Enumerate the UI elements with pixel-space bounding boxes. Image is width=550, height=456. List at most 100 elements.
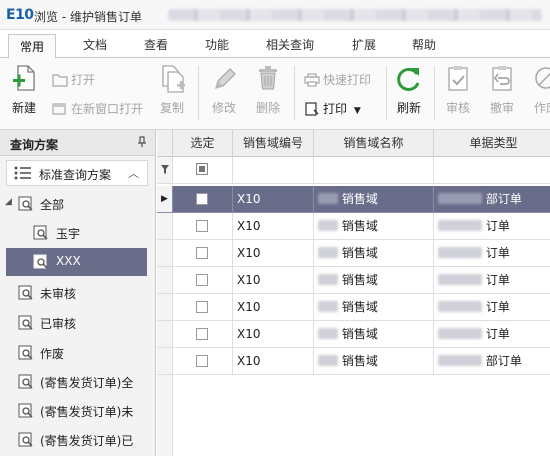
unreview-button-label: 撤审 — [489, 101, 514, 115]
column-header-select[interactable]: 选定 — [173, 130, 233, 157]
tree-item-xxx[interactable]: XXX — [6, 248, 147, 276]
domain-name-text: 销售域 — [341, 354, 378, 368]
refresh-button[interactable]: 刷新 — [392, 64, 426, 116]
tree-item-yuyu[interactable]: 玉宇 — [0, 219, 155, 247]
row-checkbox[interactable] — [196, 274, 208, 286]
quick-print-button[interactable]: 快速打印 — [304, 71, 371, 88]
open-new-window-label: 在新窗口打开 — [71, 102, 144, 116]
domain-code-cell: X10 — [233, 348, 314, 375]
new-button[interactable]: 新建 — [6, 64, 42, 116]
select-cell[interactable] — [173, 294, 233, 321]
row-indicator-column — [157, 375, 173, 456]
tree-item-void[interactable]: 作废 — [0, 339, 155, 367]
select-cell[interactable] — [173, 240, 233, 267]
trash-icon — [259, 66, 277, 90]
chevron-up-icon[interactable]: ︿ — [128, 165, 139, 181]
column-header-domain-name[interactable]: 销售域名称 — [314, 130, 434, 157]
filter-cell-doc-type[interactable] — [434, 157, 550, 184]
doc-type-cell: 部订单 — [434, 348, 550, 375]
row-checkbox[interactable] — [196, 328, 208, 340]
tab-related-query[interactable]: 相关查询 — [266, 36, 314, 53]
void-button[interactable]: 作废 — [528, 64, 550, 116]
review-button[interactable]: 审核 — [440, 64, 476, 116]
domain-code-cell: X10 — [233, 267, 314, 294]
scheme-label: 标准查询方案 — [39, 168, 112, 182]
print-button[interactable]: 打印 ▼ — [304, 100, 361, 117]
tree-item-reviewed[interactable]: 已审核 — [0, 309, 155, 337]
tree-item-all[interactable]: ◢ 全部 — [0, 190, 155, 218]
doc-type-text: 订单 — [485, 273, 510, 287]
domain-name-text: 销售域 — [341, 246, 378, 260]
domain-name-cell: 销售域 — [314, 186, 434, 213]
query-doc-icon — [18, 315, 33, 330]
tree-item-label: 全部 — [40, 198, 65, 212]
column-header-doc-type[interactable]: 单据类型 — [434, 130, 550, 157]
select-cell[interactable] — [173, 321, 233, 348]
query-doc-icon — [18, 374, 33, 389]
new-button-label: 新建 — [11, 101, 36, 115]
redacted-text — [318, 193, 338, 204]
tree-item-label: (寄售发货订单)全 — [40, 376, 134, 390]
filter-cell-select[interactable] — [173, 157, 233, 184]
row-checkbox[interactable] — [196, 301, 208, 313]
tree-item-label: XXX — [56, 254, 81, 268]
query-doc-icon — [18, 285, 33, 300]
redacted-text — [438, 301, 482, 312]
panel-header: 查询方案 — [0, 130, 155, 156]
pin-icon[interactable] — [137, 136, 147, 151]
open-new-window-button[interactable]: 在新窗口打开 — [52, 100, 143, 117]
quick-print-icon — [304, 73, 320, 87]
row-indicator — [157, 240, 173, 267]
row-indicator — [157, 321, 173, 348]
printer-icon — [305, 102, 319, 116]
tree-item-unreviewed[interactable]: 未审核 — [0, 279, 155, 307]
modify-button[interactable]: 修改 — [206, 64, 242, 116]
row-checkbox[interactable] — [196, 220, 208, 232]
select-cell[interactable] — [173, 267, 233, 294]
row-indicator — [157, 294, 173, 321]
row-checkbox[interactable] — [196, 247, 208, 259]
tab-extend[interactable]: 扩展 — [352, 36, 376, 53]
domain-name-text: 销售域 — [341, 192, 378, 206]
panel-title: 查询方案 — [10, 138, 59, 152]
doc-type-text: 订单 — [485, 219, 510, 233]
clipboard-check-icon — [448, 66, 468, 91]
void-icon — [535, 67, 550, 89]
doc-type-cell: 部订单 — [434, 186, 550, 213]
tab-view[interactable]: 查看 — [144, 36, 168, 53]
row-indicator — [157, 213, 173, 240]
row-checkbox[interactable] — [196, 355, 208, 367]
doc-type-text: 订单 — [485, 246, 510, 260]
row-indicator — [157, 348, 173, 375]
select-cell[interactable] — [173, 186, 233, 213]
column-header-domain-code[interactable]: 销售域编号 — [233, 130, 314, 157]
filter-cell-domain-name[interactable] — [314, 157, 434, 184]
unreview-button[interactable]: 撤审 — [484, 64, 520, 116]
select-cell[interactable] — [173, 213, 233, 240]
app-logo: E10 — [6, 7, 34, 23]
scheme-selector[interactable]: 标准查询方案 ︿ — [6, 160, 148, 186]
tab-help[interactable]: 帮助 — [412, 36, 436, 53]
new-doc-plus-icon — [13, 65, 35, 91]
print-dropdown-icon[interactable]: ▼ — [354, 106, 361, 116]
tree-item-consign-reviewed[interactable]: (寄售发货订单)已 — [0, 426, 155, 454]
expand-arrow-icon[interactable]: ◢ — [5, 197, 12, 207]
pencil-icon — [215, 68, 236, 89]
delete-button[interactable]: 删除 — [250, 64, 286, 116]
select-cell[interactable] — [173, 348, 233, 375]
select-all-checkbox[interactable] — [196, 163, 208, 175]
void-button-label: 作废 — [533, 101, 550, 115]
sales-order-grid: 选定 销售域编号 销售域名称 单据类型 ▶ X10 销售域 部订单 X10 销售… — [157, 130, 550, 456]
row-checkbox[interactable] — [196, 193, 208, 205]
open-button[interactable]: 打开 — [52, 71, 95, 88]
filter-cell-domain-code[interactable] — [233, 157, 314, 184]
tree-item-consign-all[interactable]: (寄售发货订单)全 — [0, 368, 155, 396]
doc-type-text: 部订单 — [485, 192, 522, 206]
doc-type-cell: 订单 — [434, 213, 550, 240]
doc-type-text: 订单 — [485, 300, 510, 314]
copy-button[interactable]: 复制 — [154, 64, 190, 116]
tab-document[interactable]: 文档 — [83, 36, 107, 53]
tree-item-consign-unreviewed[interactable]: (寄售发货订单)未 — [0, 397, 155, 425]
tab-function[interactable]: 功能 — [205, 36, 229, 53]
tab-common[interactable]: 常用 — [8, 34, 57, 59]
